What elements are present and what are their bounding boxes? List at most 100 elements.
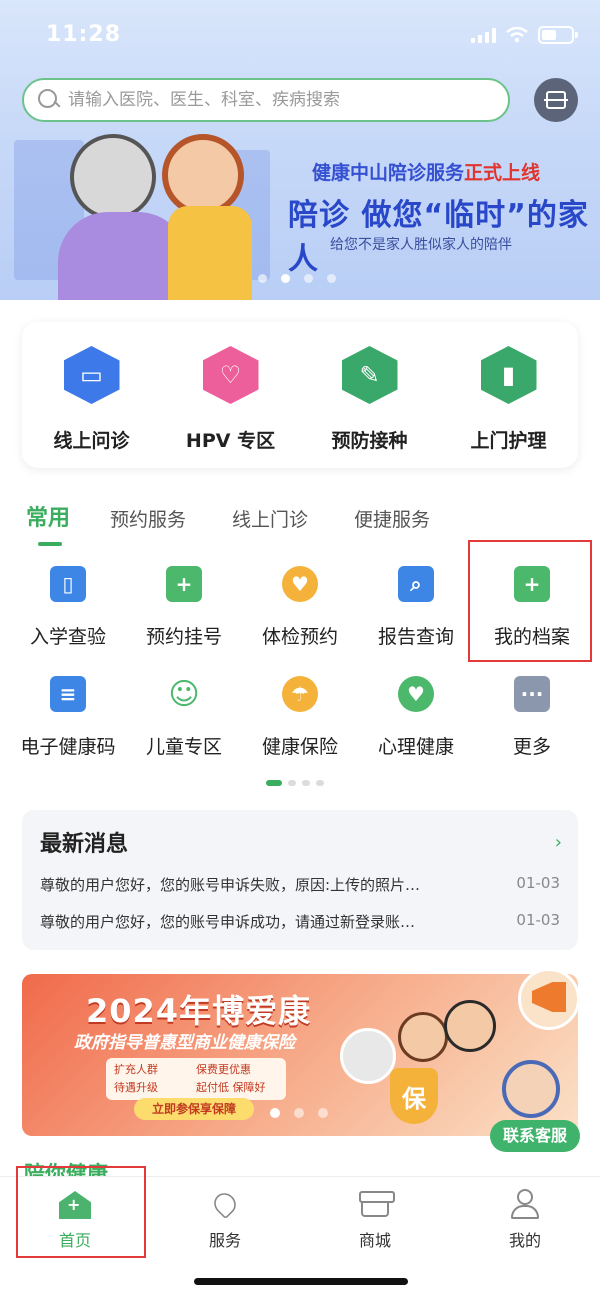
scan-icon (544, 91, 568, 109)
syringe-icon: ✎ (341, 346, 398, 404)
customer-service-label: 联系客服 (490, 1120, 580, 1152)
store-icon (357, 1187, 395, 1221)
child-icon: ☺ (168, 676, 200, 712)
service-health-code[interactable]: ≡ 电子健康码 (10, 670, 126, 780)
annotation-highlight-box (16, 1166, 146, 1258)
grid-page-dot[interactable] (302, 780, 310, 786)
top-banner: 11:28 健康中山陪诊服务正式上线 陪诊 做您“临时”的家人 给您不是家人胜似… (0, 0, 600, 300)
service-checkup[interactable]: ♥ 体检预约 (242, 560, 358, 670)
quick-entry-hpv[interactable]: ♡ HPV 专区 (161, 322, 300, 468)
service-grid-row: ≡ 电子健康码 ☺ 儿童专区 ☂ 健康保险 ♥ 心理健康 ··· 更多 (10, 670, 590, 780)
nav-label: 商城 (358, 1231, 391, 1250)
status-icons (471, 26, 578, 44)
promo-dot[interactable] (294, 1108, 304, 1118)
service-label: 更多 (512, 736, 551, 758)
news-card[interactable]: 最新消息 › 尊敬的用户您好，您的账号申诉失败，原因:上传的照片… 01-03 … (22, 810, 578, 950)
service-insurance[interactable]: ☂ 健康保险 (242, 670, 358, 780)
grid-page-dot[interactable] (288, 780, 296, 786)
service-label: 体检预约 (261, 626, 338, 648)
banner-dot[interactable] (258, 274, 267, 283)
grid-pagination (266, 780, 324, 786)
nav-me[interactable]: 我的 (450, 1177, 600, 1257)
banner-dot-active[interactable] (281, 274, 290, 283)
news-item-text: 尊敬的用户您好，您的账号申诉成功，请通过新登录账… (40, 913, 416, 931)
tab-convenience-services[interactable]: 便捷服务 (354, 505, 430, 546)
news-item[interactable]: 尊敬的用户您好，您的账号申诉失败，原因:上传的照片… 01-03 (40, 874, 560, 895)
promo-feature: 保费更优惠 (196, 1063, 251, 1076)
chat-heart-icon: ♥ (398, 676, 434, 712)
tab-appointment-services[interactable]: 预约服务 (110, 505, 186, 546)
nav-mall[interactable]: 商城 (300, 1177, 450, 1257)
service-mental-health[interactable]: ♥ 心理健康 (358, 670, 474, 780)
chevron-right-icon[interactable]: › (555, 832, 562, 853)
news-item-text: 尊敬的用户您好，您的账号申诉失败，原因:上传的照片… (40, 876, 421, 894)
banner-headline: 健康中山陪诊服务正式上线 (312, 162, 541, 184)
promo-dot-active[interactable] (270, 1108, 280, 1118)
caregiver-illustration (162, 134, 244, 216)
monitor-icon: ▭ (63, 346, 120, 404)
family-illustration (398, 1012, 448, 1062)
quick-entry-home-nursing[interactable]: ▮ 上门护理 (439, 322, 578, 468)
search-input[interactable] (68, 90, 488, 110)
clipboard-search-icon: ⌕ (398, 566, 434, 602)
promo-subtitle: 政府指导普惠型商业健康保险 (74, 1033, 295, 1053)
nav-services[interactable]: 服务 (150, 1177, 300, 1257)
promo-join-button[interactable]: 立即参保享保障 (134, 1098, 254, 1120)
service-label: 报告查询 (377, 626, 454, 648)
service-tabs: 常用 预约服务 线上门诊 便捷服务 (26, 500, 476, 546)
status-time: 11:28 (46, 22, 122, 47)
book-icon: ▯ (50, 566, 86, 602)
tab-online-clinic[interactable]: 线上门诊 (232, 505, 308, 546)
quick-entry-label: 预防接种 (331, 430, 408, 452)
more-icon: ··· (514, 676, 550, 712)
service-label: 入学查验 (29, 626, 106, 648)
home-indicator[interactable] (194, 1278, 408, 1285)
service-report-query[interactable]: ⌕ 报告查询 (358, 560, 474, 670)
service-children[interactable]: ☺ 儿童专区 (126, 670, 242, 780)
tab-common[interactable]: 常用 (26, 500, 70, 546)
search-icon (38, 89, 60, 111)
search-bar[interactable] (22, 78, 510, 122)
annotation-highlight-box (468, 540, 592, 662)
banner-dot[interactable] (304, 274, 313, 283)
promo-title: 2024年博爱康 (86, 992, 312, 1030)
user-icon (507, 1187, 543, 1221)
news-title: 最新消息 (40, 832, 129, 857)
news-item[interactable]: 尊敬的用户您好，您的账号申诉成功，请通过新登录账… 01-03 (40, 911, 560, 932)
promo-feature: 待遇升级 (114, 1081, 158, 1094)
scan-button[interactable] (534, 78, 578, 122)
quick-entry-label: 上门护理 (470, 430, 547, 452)
service-registration[interactable]: + 预约挂号 (126, 560, 242, 670)
service-school-check[interactable]: ▯ 入学查验 (10, 560, 126, 670)
promo-pagination (270, 1108, 328, 1118)
heart-search-icon: ♥ (282, 566, 318, 602)
grid-page-dot-active[interactable] (266, 780, 282, 786)
banner-dot[interactable] (327, 274, 336, 283)
wifi-icon (506, 27, 528, 43)
umbrella-icon: ☂ (282, 676, 318, 712)
quick-entry-label: 线上问诊 (53, 430, 130, 452)
family-illustration (444, 1000, 496, 1052)
service-label: 电子健康码 (20, 736, 116, 758)
promo-feature: 扩充人群 (114, 1063, 158, 1076)
quick-entry-vaccination[interactable]: ✎ 预防接种 (300, 322, 439, 468)
service-label: 儿童专区 (145, 736, 222, 758)
banner-pagination (258, 274, 336, 283)
battery-icon (538, 26, 578, 44)
promo-dot[interactable] (318, 1108, 328, 1118)
elder-illustration (70, 134, 156, 220)
grid-page-dot[interactable] (316, 780, 324, 786)
heart-icon (207, 1187, 243, 1221)
quick-entry-card: ▭ 线上问诊 ♡ HPV 专区 ✎ 预防接种 ▮ 上门护理 (22, 322, 578, 468)
nurse-avatar (502, 1060, 560, 1118)
promo-features: 扩充人群 保费更优惠 待遇升级 起付低 保障好 (106, 1058, 286, 1100)
status-bar: 11:28 (0, 0, 600, 70)
caregiver-body-illustration (168, 206, 252, 300)
service-more[interactable]: ··· 更多 (474, 670, 590, 780)
quick-entry-online-consult[interactable]: ▭ 线上问诊 (22, 322, 161, 468)
service-label: 心理健康 (377, 736, 454, 758)
customer-service-float[interactable]: 联系客服 (490, 968, 582, 1158)
news-item-date: 01-03 (516, 911, 560, 929)
promo-feature: 起付低 保障好 (196, 1081, 266, 1094)
service-label: 健康保险 (261, 736, 338, 758)
